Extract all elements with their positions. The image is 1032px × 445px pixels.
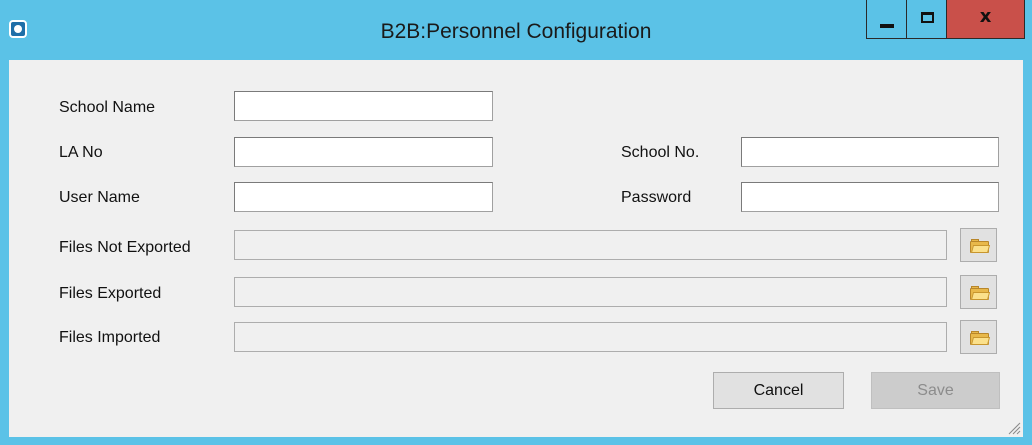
- school-name-label: School Name: [59, 99, 156, 116]
- school-no-label: School No.: [621, 144, 700, 161]
- la-no-input[interactable]: [234, 137, 493, 167]
- client-area: School Name LA No School No. User Name P…: [9, 60, 1023, 437]
- browse-files-not-exported-button[interactable]: [960, 228, 997, 262]
- folder-icon: [970, 286, 991, 300]
- school-no-input[interactable]: [741, 137, 999, 167]
- title-bar[interactable]: B2B:Personnel Configuration x: [0, 0, 1032, 60]
- files-exported-path: [234, 277, 947, 307]
- save-button: Save: [871, 372, 1000, 409]
- maximize-button[interactable]: [906, 0, 947, 39]
- close-icon: x: [979, 6, 992, 27]
- folder-icon: [970, 239, 991, 253]
- files-exported-label: Files Exported: [59, 285, 162, 302]
- password-input[interactable]: [741, 182, 999, 212]
- la-no-label: LA No: [59, 144, 103, 161]
- minimize-button[interactable]: [866, 0, 907, 39]
- user-name-label: User Name: [59, 189, 140, 206]
- files-imported-path: [234, 322, 947, 352]
- close-button[interactable]: x: [946, 0, 1025, 39]
- files-not-exported-label: Files Not Exported: [59, 239, 191, 256]
- configuration-window: B2B:Personnel Configuration x School Nam…: [0, 0, 1032, 445]
- school-name-input[interactable]: [234, 91, 493, 121]
- folder-icon: [970, 331, 991, 345]
- user-name-input[interactable]: [234, 182, 493, 212]
- browse-files-exported-button[interactable]: [960, 275, 997, 309]
- cancel-button[interactable]: Cancel: [713, 372, 844, 409]
- password-label: Password: [621, 189, 692, 206]
- browse-files-imported-button[interactable]: [960, 320, 997, 354]
- resize-grip-icon[interactable]: [1007, 421, 1021, 435]
- maximize-icon: [921, 12, 934, 23]
- minimize-icon: [880, 24, 894, 28]
- files-imported-label: Files Imported: [59, 329, 161, 346]
- files-not-exported-path: [234, 230, 947, 260]
